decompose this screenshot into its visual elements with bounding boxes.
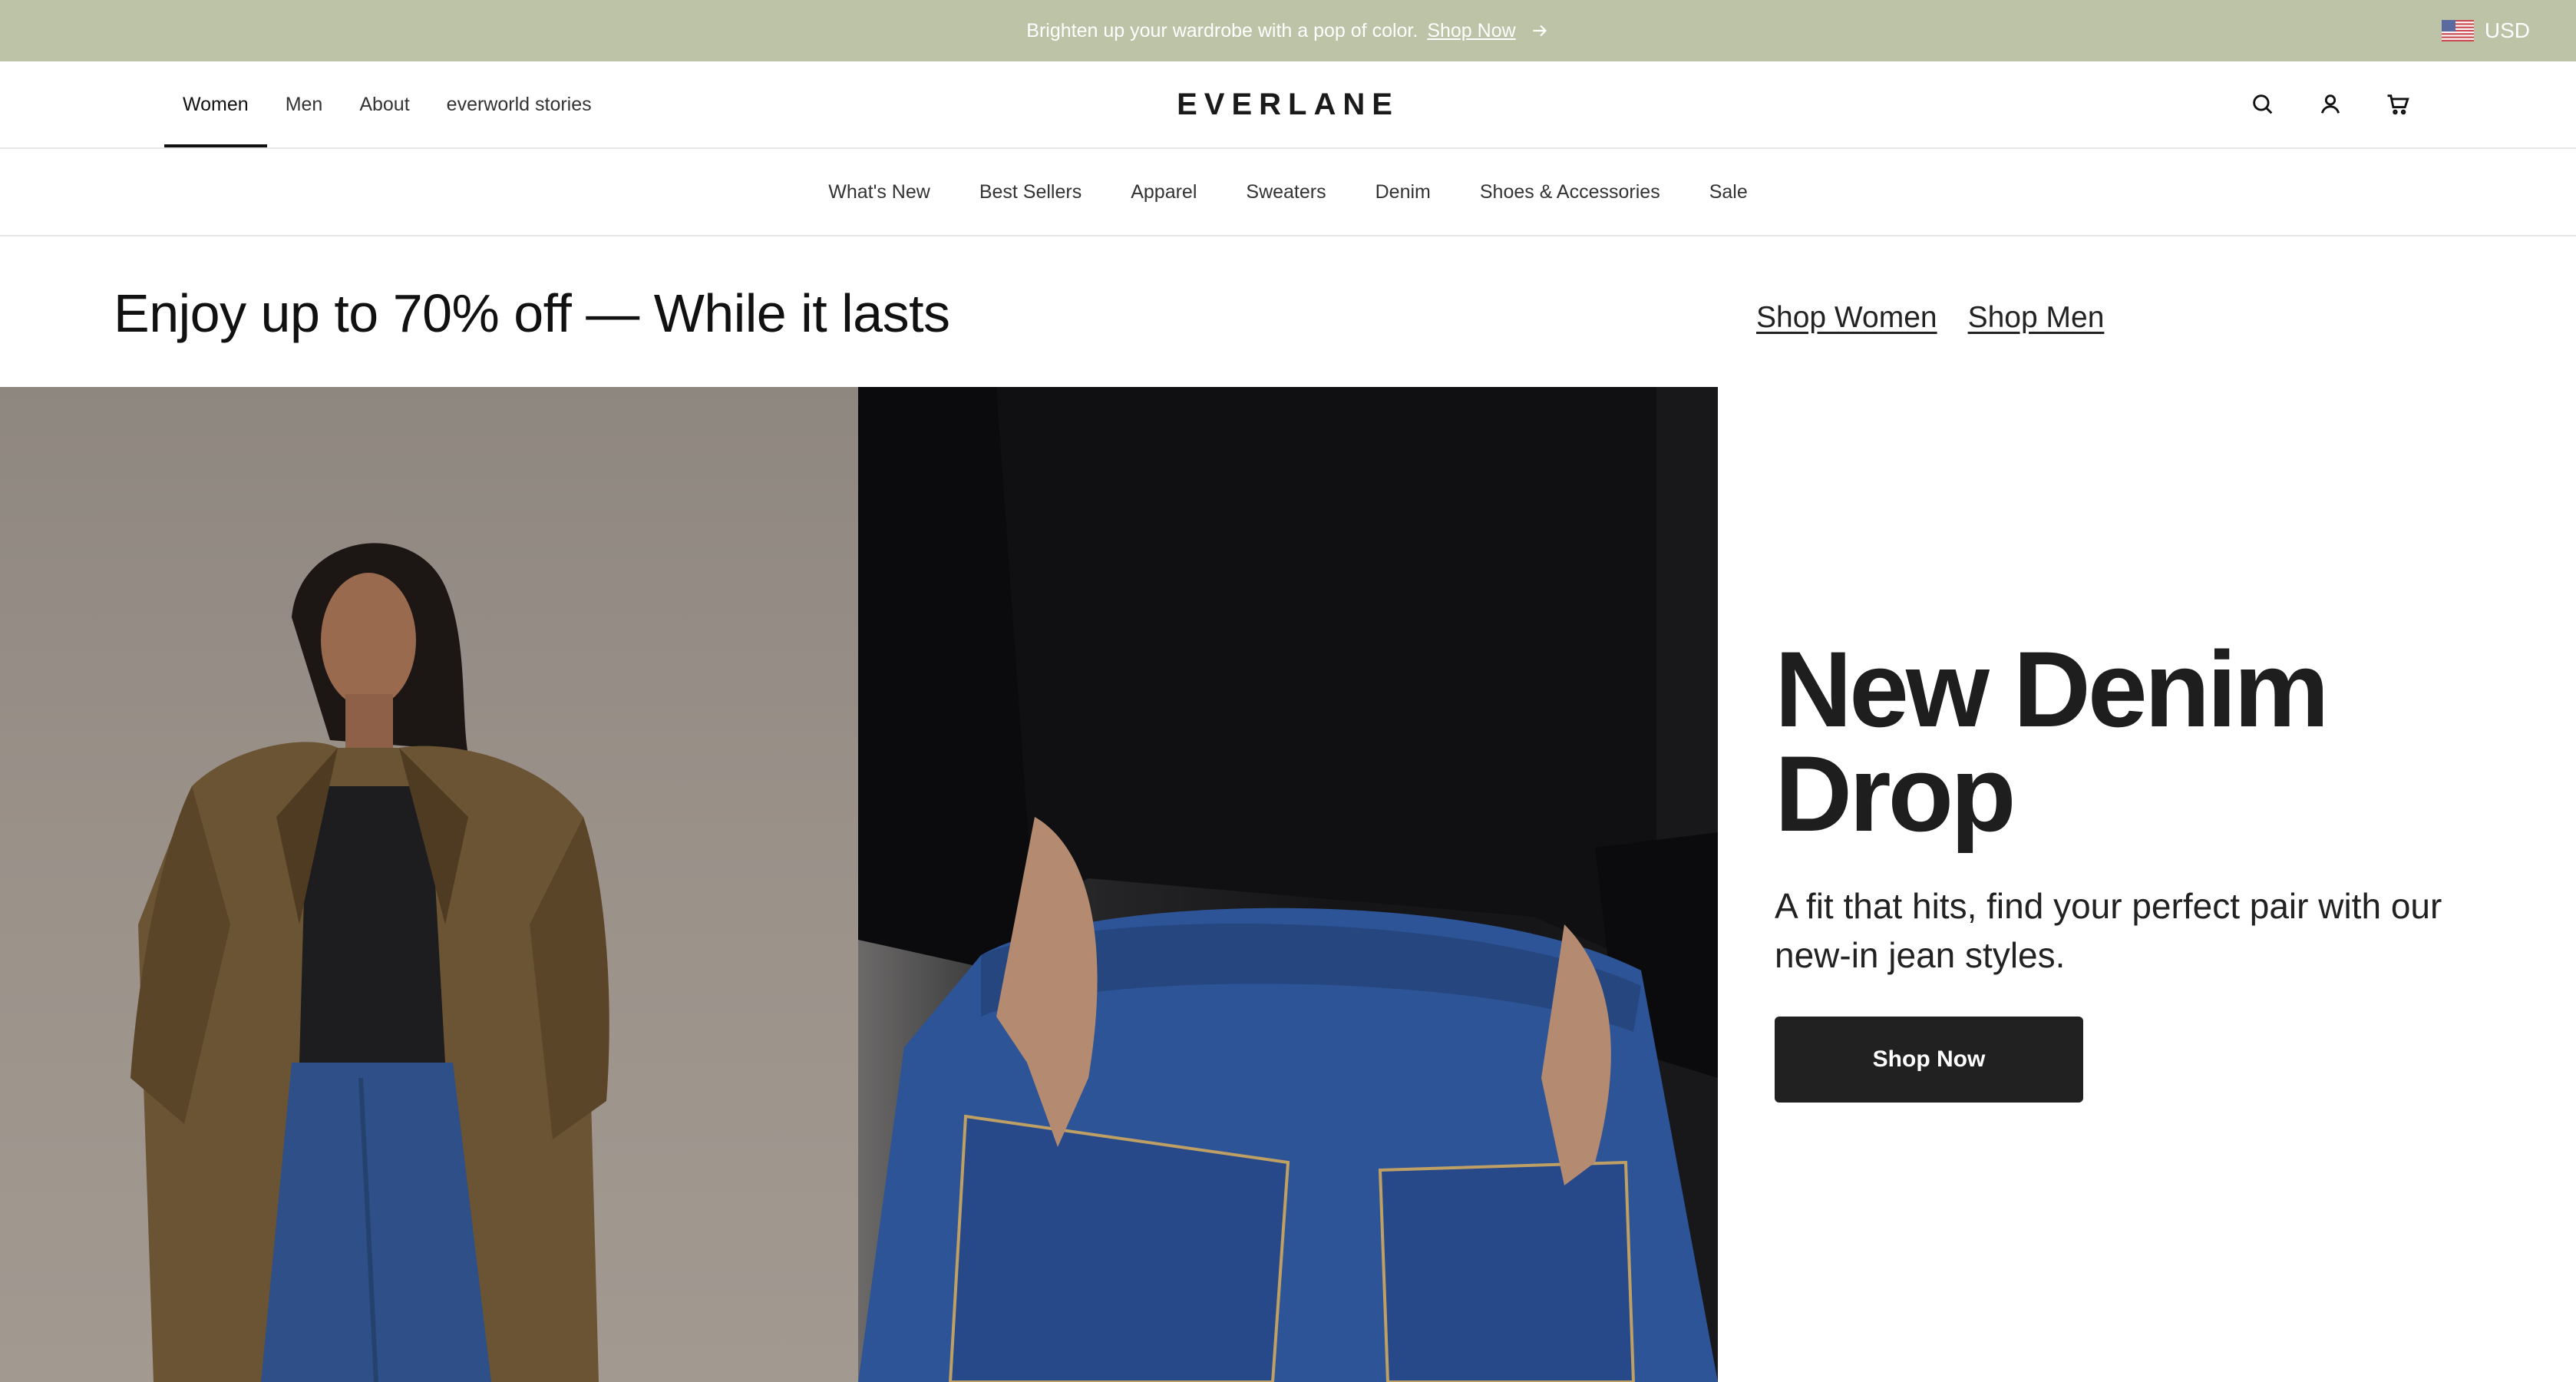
- nav-women[interactable]: Women: [164, 61, 267, 147]
- account-button[interactable]: [2313, 88, 2347, 121]
- search-button[interactable]: [2246, 88, 2280, 121]
- promo-links: Shop Women Shop Men: [1756, 301, 2104, 335]
- nav-about[interactable]: About: [341, 61, 428, 147]
- hero-image-model-blazer[interactable]: [0, 387, 858, 1382]
- category-apparel[interactable]: Apparel: [1131, 181, 1197, 203]
- cart-button[interactable]: [2381, 88, 2415, 121]
- announcement-content: Brighten up your wardrobe with a pop of …: [0, 0, 2576, 61]
- announcement-shop-now-link[interactable]: Shop Now: [1427, 20, 1515, 42]
- hero-title: New Denim Drop: [1775, 636, 2465, 848]
- hero-title-line-1: New Denim: [1775, 629, 2330, 749]
- hero-subtitle: A fit that hits, find your perfect pair …: [1775, 886, 2442, 975]
- hero-copy: New Denim Drop A fit that hits, find you…: [1775, 636, 2465, 1103]
- category-nav: What's New Best Sellers Apparel Sweaters…: [0, 149, 2576, 236]
- currency-label: USD: [2484, 18, 2530, 42]
- cart-icon: [2387, 94, 2409, 115]
- category-sweaters[interactable]: Sweaters: [1246, 181, 1326, 203]
- category-whats-new[interactable]: What's New: [828, 181, 930, 203]
- currency-selector[interactable]: USD: [2441, 0, 2530, 61]
- site-header: Women Men About everworld stories EVERLA…: [0, 61, 2576, 149]
- account-icon: [2321, 94, 2340, 114]
- nav-men[interactable]: Men: [267, 61, 342, 147]
- promo-title: Enjoy up to 70% off — While it lasts: [114, 283, 950, 343]
- hero-shop-now-button[interactable]: Shop Now: [1775, 1017, 2083, 1103]
- category-denim[interactable]: Denim: [1376, 181, 1431, 203]
- announcement-bar: Brighten up your wardrobe with a pop of …: [0, 0, 2576, 61]
- nav-everworld-stories[interactable]: everworld stories: [428, 61, 610, 147]
- category-shoes-accessories[interactable]: Shoes & Accessories: [1480, 181, 1660, 203]
- arrow-right-icon[interactable]: [1530, 21, 1550, 41]
- announcement-text: Brighten up your wardrobe with a pop of …: [1026, 19, 1418, 41]
- denim-closeup-illustration: [858, 387, 1718, 1382]
- shop-women-link[interactable]: Shop Women: [1756, 301, 1937, 335]
- search-icon: [2253, 94, 2273, 114]
- hero-title-line-2: Drop: [1775, 733, 2016, 854]
- model-blazer-illustration: [130, 543, 609, 1382]
- category-best-sellers[interactable]: Best Sellers: [979, 181, 1082, 203]
- shop-men-link[interactable]: Shop Men: [1968, 301, 2105, 335]
- primary-nav: Women Men About everworld stories: [164, 61, 610, 147]
- category-sale[interactable]: Sale: [1709, 181, 1748, 203]
- utility-nav: [2246, 61, 2415, 147]
- hero-image-denim-closeup[interactable]: [858, 387, 1718, 1382]
- us-flag-icon: [2441, 20, 2474, 41]
